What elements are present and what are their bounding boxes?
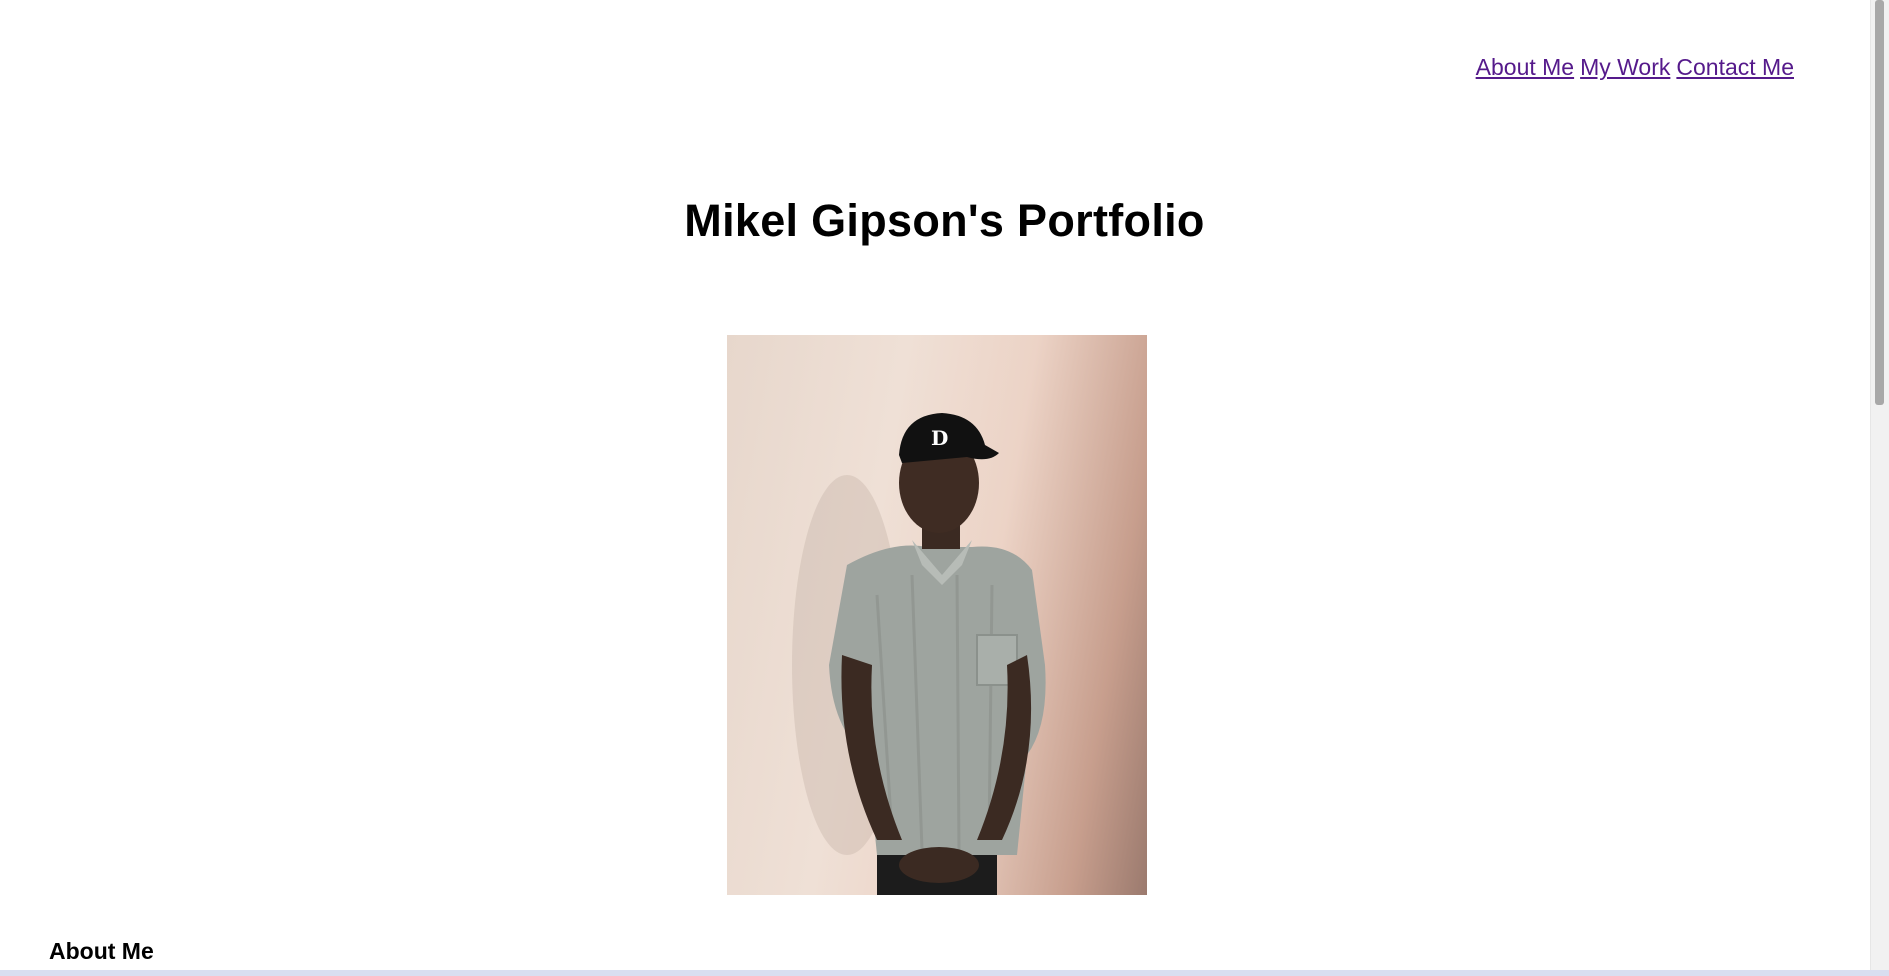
bottom-edge bbox=[0, 970, 1889, 976]
figure-hands bbox=[899, 847, 979, 883]
nav-link-about-me[interactable]: About Me bbox=[1476, 51, 1574, 83]
figure-cap bbox=[899, 413, 999, 463]
page-title: Mikel Gipson's Portfolio bbox=[684, 195, 1205, 246]
nav-link-contact-me[interactable]: Contact Me bbox=[1676, 51, 1794, 83]
scrollbar-thumb[interactable] bbox=[1875, 0, 1884, 405]
top-nav: About Me My Work Contact Me bbox=[1476, 51, 1794, 83]
portfolio-page: About Me My Work Contact Me Mikel Gipson… bbox=[0, 0, 1889, 976]
portrait-illustration: D bbox=[792, 413, 1046, 895]
about-me-heading: About Me bbox=[49, 938, 154, 964]
vertical-scrollbar[interactable] bbox=[1870, 0, 1889, 970]
cap-logo: D bbox=[931, 426, 948, 450]
nav-link-my-work[interactable]: My Work bbox=[1580, 51, 1670, 83]
profile-photo: D bbox=[727, 335, 1147, 895]
